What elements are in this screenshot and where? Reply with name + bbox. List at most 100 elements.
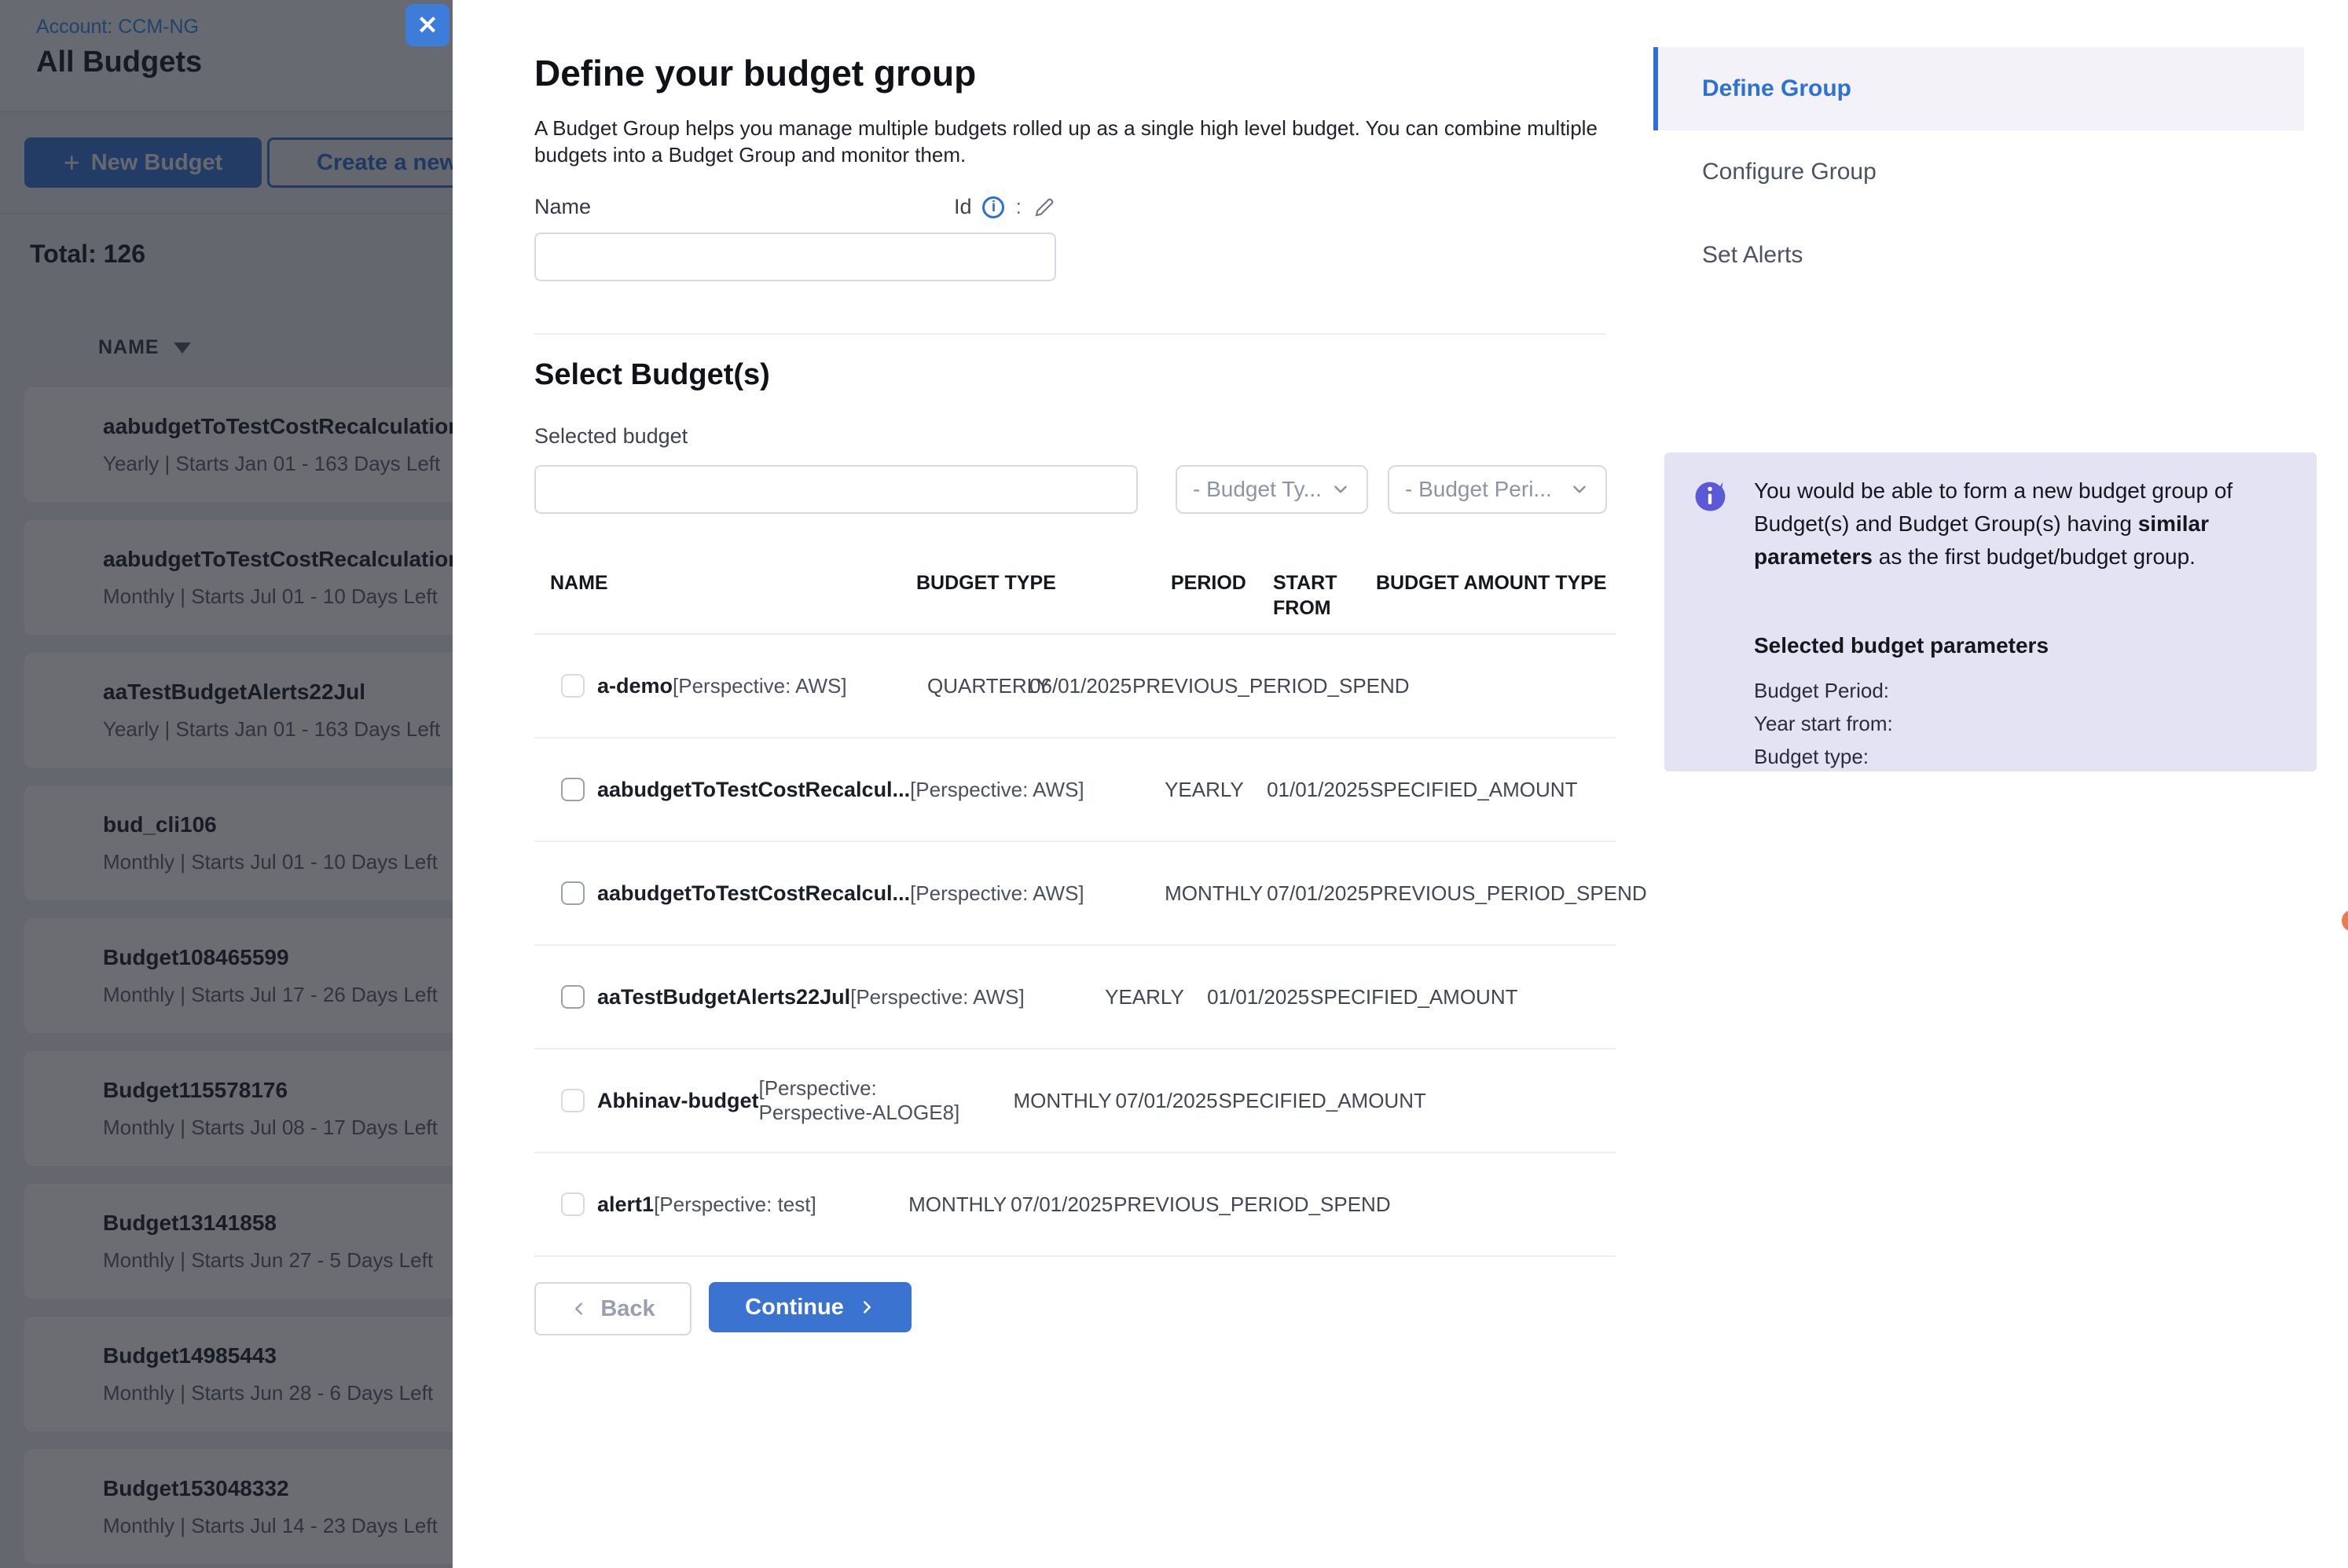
row-period: QUARTERLY [927,674,1029,698]
info-panel: You would be able to form a new budget g… [1664,452,2317,771]
chevron-down-icon [1569,479,1590,500]
group-name-input[interactable] [534,233,1056,281]
row-budget-type: [Perspective: AWS] [910,881,1165,906]
row-checkbox[interactable] [561,778,585,801]
continue-button[interactable]: Continue [709,1282,912,1332]
modal-title: Define your budget group [534,52,976,94]
section-divider [534,333,1606,335]
row-name-cell: a-demo [534,674,673,698]
row-start-from: 07/01/2025 [1267,881,1370,906]
row-amount-type: PREVIOUS_PERIOD_SPEND [1132,674,1372,698]
row-start-from: 06/01/2025 [1029,674,1132,698]
row-checkbox[interactable] [561,985,585,1009]
row-name-cell: aabudgetToTestCostRecalcul... [534,881,910,906]
budget-type-filter-value: - Budget Ty... [1193,477,1322,502]
row-period: MONTHLY [908,1192,1011,1217]
header-budget-type: BUDGET TYPE [916,570,1171,621]
wizard-steps: Define Group Configure Group Set Alerts [1653,47,2304,297]
selected-budget-parameters-list: Budget Period: Year start from: Budget t… [1754,674,1893,773]
id-label: Id [954,195,972,219]
table-row[interactable]: aaTestBudgetAlerts22Jul [Perspective: AW… [534,946,1616,1050]
row-amount-type: PREVIOUS_PERIOD_SPEND [1113,1192,1353,1217]
row-start-from: 01/01/2025 [1267,778,1370,802]
row-period: MONTHLY [1165,881,1267,906]
info-panel-text: You would be able to form a new budget g… [1754,474,2287,573]
modal-backdrop[interactable] [0,0,453,1568]
row-budget-type: [Perspective: AWS] [910,778,1165,802]
wizard-step-label: Configure Group [1702,159,1877,185]
selected-budget-label: Selected budget [534,424,688,449]
id-group: Id i : [954,195,1056,219]
row-start-from: 07/01/2025 [1115,1089,1218,1113]
wizard-step[interactable]: Configure Group [1653,130,2304,214]
row-name-cell: alert1 [534,1192,654,1217]
close-button[interactable]: ✕ [405,4,449,46]
table-body: a-demo [Perspective: AWS] QUARTERLY 06/0… [534,635,1616,1257]
table-row[interactable]: aabudgetToTestCostRecalcul... [Perspecti… [534,842,1616,946]
continue-label: Continue [745,1295,844,1321]
selected-budget-parameters-heading: Selected budget parameters [1754,633,2049,658]
row-budget-name: aaTestBudgetAlerts22Jul [597,985,850,1009]
chevron-down-icon [1330,479,1351,500]
app-root: Account: CCM-NG All Budgets + New Budget… [0,0,2348,1568]
row-amount-type: PREVIOUS_PERIOD_SPEND [1370,881,1609,906]
row-amount-type: SPECIFIED_AMOUNT [1310,985,1550,1009]
back-label: Back [600,1296,655,1322]
info-glyph: i [992,199,996,216]
budget-parameter-label: Year start from: [1754,707,1893,740]
modal-description: A Budget Group helps you manage multiple… [534,115,1650,168]
row-checkbox[interactable] [561,674,585,698]
table-row[interactable]: aabudgetToTestCostRecalcul... [Perspecti… [534,738,1616,842]
row-checkbox[interactable] [561,1089,585,1112]
name-label: Name [534,195,591,219]
row-checkbox[interactable] [561,1192,585,1216]
row-period: YEARLY [1105,985,1207,1009]
row-budget-type: [Perspective: AWS] [850,985,1105,1009]
back-button[interactable]: Back [534,1282,692,1335]
budget-type-filter[interactable]: - Budget Ty... [1176,465,1368,514]
header-budget-amount-type: BUDGET AMOUNT TYPE [1376,570,1616,621]
chevron-left-icon [570,1300,588,1317]
edit-pencil-icon[interactable] [1033,196,1056,219]
table-row[interactable]: alert1 [Perspective: test] MONTHLY 07/01… [534,1153,1616,1257]
close-icon: ✕ [417,10,438,40]
wizard-step[interactable]: Define Group [1653,47,2304,130]
id-info-icon[interactable]: i [982,196,1004,218]
row-period: MONTHLY [1013,1089,1115,1113]
id-colon: : [1015,195,1022,219]
row-amount-type: SPECIFIED_AMOUNT [1218,1089,1458,1113]
info-bubble-icon [1693,479,1727,514]
row-budget-name: alert1 [597,1192,654,1217]
header-period: PERIOD [1171,570,1273,621]
row-budget-name: a-demo [597,674,673,698]
budget-parameter-label: Budget type: [1754,740,1893,773]
row-amount-type: SPECIFIED_AMOUNT [1370,778,1609,802]
budget-search-input[interactable] [534,465,1138,514]
row-budget-name: Abhinav-budget [597,1089,758,1113]
wizard-step-label: Define Group [1702,75,1851,102]
row-start-from: 01/01/2025 [1207,985,1310,1009]
name-field-row: Name Id i : [534,195,1056,219]
row-budget-type: [Perspective: test] [654,1192,908,1217]
table-row[interactable]: Abhinav-budget [Perspective: Perspective… [534,1050,1616,1153]
row-period: YEARLY [1165,778,1267,802]
budget-period-filter-value: - Budget Peri... [1405,477,1552,502]
row-budget-name: aabudgetToTestCostRecalcul... [597,778,910,802]
row-checkbox[interactable] [561,881,585,905]
info-text-after: as the first budget/budget group. [1873,544,2196,569]
select-budgets-heading: Select Budget(s) [534,358,770,392]
table-header-row: NAME BUDGET TYPE PERIOD START FROM BUDGE… [534,570,1616,635]
row-start-from: 07/01/2025 [1011,1192,1113,1217]
budget-period-filter[interactable]: - Budget Peri... [1388,465,1607,514]
header-name: NAME [534,570,916,621]
table-row[interactable]: a-demo [Perspective: AWS] QUARTERLY 06/0… [534,635,1616,738]
row-budget-type: [Perspective: AWS] [673,674,927,698]
chevron-right-icon [858,1299,875,1316]
row-name-cell: Abhinav-budget [534,1089,758,1113]
budget-parameter-label: Budget Period: [1754,674,1893,707]
row-name-cell: aabudgetToTestCostRecalcul... [534,778,910,802]
row-name-cell: aaTestBudgetAlerts22Jul [534,985,850,1009]
wizard-step[interactable]: Set Alerts [1653,214,2304,297]
budgets-table: NAME BUDGET TYPE PERIOD START FROM BUDGE… [534,570,1616,1257]
wizard-step-label: Set Alerts [1702,242,1803,269]
